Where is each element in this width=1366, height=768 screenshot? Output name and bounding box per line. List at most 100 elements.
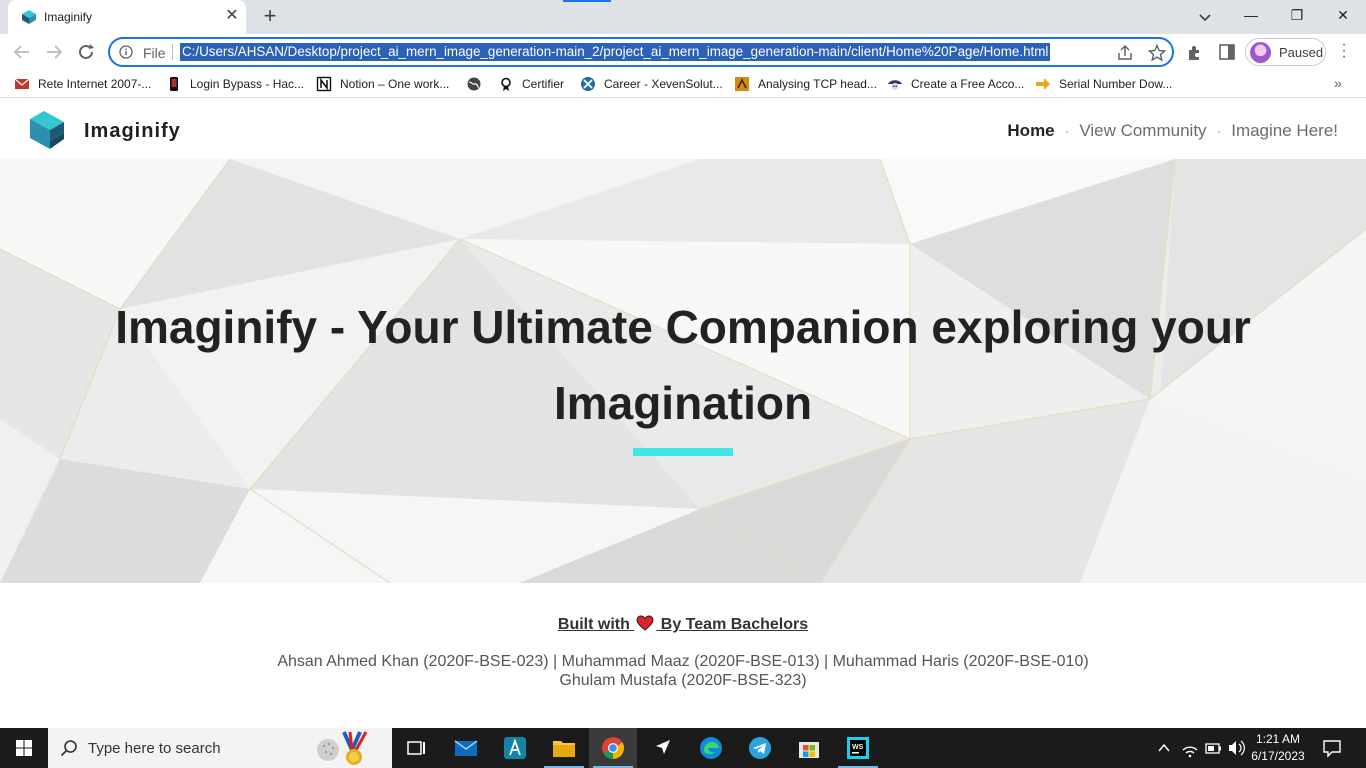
profile-button[interactable]: Paused — [1245, 38, 1326, 66]
share-icon[interactable] — [1116, 44, 1134, 62]
close-window-button[interactable]: ✕ — [1320, 0, 1366, 30]
app-arrow-button[interactable] — [638, 728, 686, 768]
nav-separator: · — [1064, 123, 1070, 139]
bookmark-label: Career - XevenSolut... — [604, 77, 723, 91]
pirate-icon — [888, 80, 902, 90]
bookmark-label: Serial Number Dow... — [1059, 77, 1173, 91]
wifi-icon[interactable] — [1180, 728, 1200, 768]
tab-close-icon[interactable]: ✕ — [223, 7, 241, 25]
app-a-button[interactable] — [491, 728, 539, 768]
search-icon — [60, 740, 77, 757]
tab-strip-indicator — [563, 0, 611, 2]
omnibox-divider — [172, 44, 173, 60]
more-bookmarks-button[interactable]: » — [1334, 75, 1342, 91]
browser-menu-icon[interactable]: · · · — [1336, 37, 1352, 65]
xeven-icon — [581, 77, 595, 91]
chrome-app-button[interactable] — [589, 728, 637, 768]
app-a-icon — [504, 737, 526, 759]
bookmarks-bar: Rete Internet 2007-... Login Bypass - Ha… — [0, 70, 1366, 98]
bookmark-label: Login Bypass - Hac... — [190, 77, 305, 91]
site-info-icon[interactable] — [119, 45, 133, 59]
site-navbar: Imaginify Home · View Community · Imagine He… — [0, 98, 1366, 159]
footer-built-suffix: By Team Bachelors — [660, 616, 809, 633]
bookmark-label: Certifier — [522, 77, 565, 91]
arrow-icon — [1036, 78, 1050, 90]
extensions-icon[interactable] — [1185, 42, 1205, 62]
arrow-cursor-icon — [656, 740, 670, 754]
profile-status: Paused — [1279, 45, 1324, 60]
battery-icon[interactable] — [1203, 728, 1223, 768]
folder-icon — [553, 741, 575, 757]
url-scheme-label: File — [143, 45, 166, 61]
volume-icon[interactable] — [1226, 728, 1246, 768]
new-tab-button[interactable]: + — [258, 5, 282, 29]
team-line-2: Ghulam Mustafa (2020F-BSE-323) — [559, 672, 807, 689]
file-explorer-button[interactable] — [540, 728, 588, 768]
restore-button[interactable]: ❐ — [1274, 0, 1320, 30]
task-view-icon — [407, 741, 425, 755]
phone-icon — [170, 77, 178, 91]
back-icon[interactable] — [10, 40, 34, 64]
globe-icon — [467, 77, 481, 91]
imaginify-logo-icon[interactable] — [30, 111, 66, 149]
bookmark-label: Rete Internet 2007-... — [38, 77, 152, 91]
show-hidden-icons-chevron-icon[interactable] — [1156, 728, 1172, 768]
tab-title: Imaginify — [44, 10, 93, 24]
hero-title: Imaginify - Your Ultimate Companion expl… — [115, 301, 1251, 429]
tab-search-chevron-icon[interactable] — [1194, 6, 1216, 28]
notion-icon — [316, 76, 332, 92]
nav-separator: · — [1216, 123, 1222, 139]
bookmark-item[interactable] — [466, 75, 484, 93]
site-footer: Built with By Team Bachelors Ahsan Ahmed… — [0, 583, 1366, 728]
heart-icon — [636, 615, 654, 631]
nav-link-community[interactable]: View Community — [1079, 121, 1206, 140]
notification-center-icon[interactable] — [1322, 738, 1342, 758]
url-text[interactable]: C:/Users/AHSAN/Desktop/project_ai_mern_i… — [180, 43, 1051, 61]
store-app-button[interactable] — [785, 728, 833, 768]
webstorm-icon: WS — [847, 737, 869, 759]
mail-app-button[interactable] — [442, 728, 490, 768]
store-icon — [799, 742, 819, 758]
avatar — [1250, 42, 1271, 63]
search-placeholder: Type here to search — [88, 740, 221, 757]
footer-credit: Built with By Team Bachelors — [0, 615, 1366, 634]
footer-team-members: Ahsan Ahmed Khan (2020F-BSE-023) | Muham… — [0, 652, 1366, 690]
telegram-app-button[interactable] — [736, 728, 784, 768]
bookmark-label: Notion – One work... — [340, 77, 450, 91]
taskbar-clock[interactable]: 1:21 AM 6/17/2023 — [1248, 731, 1308, 765]
mail-icon — [454, 740, 478, 756]
certifier-icon — [501, 77, 511, 91]
task-view-button[interactable] — [392, 728, 440, 768]
nav-link-imagine[interactable]: Imagine Here! — [1231, 121, 1338, 140]
edge-icon — [700, 737, 722, 759]
minimize-button[interactable]: — — [1228, 0, 1274, 30]
windows-taskbar: Type here to search WS 1:21 AM 6/17/2023 — [0, 728, 1366, 768]
forward-icon[interactable] — [42, 40, 66, 64]
reload-icon[interactable] — [74, 40, 98, 64]
browser-toolbar: File C:/Users/AHSAN/Desktop/project_ai_m… — [0, 34, 1366, 70]
hero-section: Imaginify - Your Ultimate Companion expl… — [0, 159, 1366, 583]
side-panel-icon[interactable] — [1217, 42, 1237, 62]
address-bar[interactable]: File C:/Users/AHSAN/Desktop/project_ai_m… — [108, 37, 1174, 67]
chrome-icon — [602, 737, 624, 759]
imaginify-favicon-icon — [22, 10, 36, 24]
browser-tab[interactable]: Imaginify ✕ — [8, 0, 246, 34]
bookmark-star-icon[interactable] — [1148, 44, 1166, 62]
clock-time: 1:21 AM — [1255, 732, 1301, 746]
hero-accent-underline — [633, 448, 733, 456]
browser-tab-strip: Imaginify ✕ + — ❐ ✕ — [0, 0, 1366, 34]
edge-app-button[interactable] — [687, 728, 735, 768]
windows-start-icon[interactable] — [0, 728, 48, 768]
bookmark-label: Analysing TCP head... — [758, 77, 877, 91]
search-highlight-medals-icon — [317, 731, 368, 765]
web-page: Imaginify Home · View Community · Imagine He… — [0, 98, 1366, 728]
svg-text:WS: WS — [852, 744, 864, 751]
nav-link-home[interactable]: Home — [1007, 121, 1054, 140]
site-nav-links: Home · View Community · Imagine Here! — [1007, 121, 1338, 141]
webstorm-app-button[interactable]: WS — [834, 728, 882, 768]
bookmark-label: Create a Free Acco... — [911, 77, 1025, 91]
site-brand[interactable]: Imaginify — [84, 120, 181, 143]
tcp-icon — [735, 77, 749, 91]
footer-built-prefix: Built with — [557, 616, 630, 633]
taskbar-search-input[interactable]: Type here to search — [48, 728, 392, 768]
